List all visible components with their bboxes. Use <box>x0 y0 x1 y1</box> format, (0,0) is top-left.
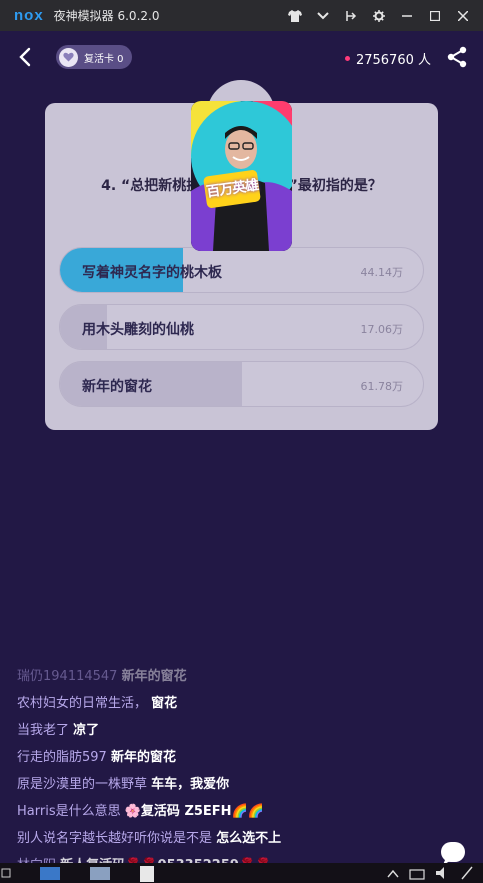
share-button[interactable] <box>445 45 469 69</box>
answer-option-2-label: 用木头雕刻的仙桃 <box>82 322 194 338</box>
chevron-left-icon <box>19 47 31 67</box>
shirt-icon[interactable] <box>281 0 309 31</box>
answer-option-3[interactable]: 新年的窗花 61.78万 <box>59 361 424 407</box>
comment-user: 原是沙漠里的一株野草 <box>17 777 148 792</box>
window-controls <box>281 0 477 31</box>
viewer-count: 2756760 人 <box>344 49 431 68</box>
comment-user: 别人说名字越长越好听你说是不是 <box>17 831 213 846</box>
heart-icon <box>59 47 78 67</box>
viewer-count-label: 2756760 人 <box>355 53 431 68</box>
comment-item: 别人说名字越长越好听你说是不是 怎么选不上 <box>17 827 281 846</box>
app-screen: nox 夜神模拟器 6.0.2.0 复活卡 0 2756760 人 4. 写着神… <box>0 0 483 883</box>
answer-option-3-label: 新年的窗花 <box>82 379 152 395</box>
share-icon <box>447 46 467 68</box>
answer-option-1[interactable]: 写着神灵名字的桃木板 44.14万 <box>59 247 424 293</box>
comment-message: 怎么选不上 <box>216 831 282 846</box>
answer-option-2[interactable]: 用木头雕刻的仙桃 17.06万 <box>59 304 424 350</box>
comment-message: 新年的窗花 <box>110 750 176 765</box>
app-header: 复活卡 0 2756760 人 <box>0 31 483 83</box>
nox-logo: nox <box>14 7 44 24</box>
os-taskbar <box>0 863 483 883</box>
comment-message: 车车，我爱你 <box>151 777 230 792</box>
chat-bubble-button[interactable] <box>441 842 465 865</box>
window-title: 夜神模拟器 6.0.2.0 <box>53 9 160 23</box>
comment-message: 🌸复活码 Z5EFH🌈🌈 <box>124 804 264 819</box>
comment-message: 新年的窗花 <box>121 669 187 684</box>
emulator-title-bar: nox 夜神模拟器 6.0.2.0 <box>0 0 483 31</box>
comment-user: Harris是什么意思 <box>17 804 121 819</box>
taskbar-icons <box>1 866 473 882</box>
comment-item: 原是沙漠里的一株野草 车车，我爱你 <box>17 773 229 792</box>
close-icon[interactable] <box>449 0 477 31</box>
comment-message: 窗花 <box>151 696 178 711</box>
comment-item: Harris是什么意思 🌸复活码 Z5EFH🌈🌈 <box>17 800 264 819</box>
revive-card-badge[interactable]: 复活卡 0 <box>56 45 132 69</box>
comment-user: 农村妇女的日常生活， <box>17 696 148 711</box>
live-dot <box>344 56 350 61</box>
back-button[interactable] <box>14 45 36 69</box>
comment-item: 瑞仍194114547 新年的窗花 <box>17 665 187 684</box>
gear-icon[interactable] <box>365 0 393 31</box>
answer-option-1-count: 44.14万 <box>360 266 404 279</box>
host-video[interactable]: 百万英雄 <box>191 101 292 251</box>
minimize-icon[interactable] <box>393 0 421 31</box>
comment-user: 行走的脂肪597 <box>17 750 107 765</box>
comment-item: 行走的脂肪597 新年的窗花 <box>17 746 176 765</box>
answer-option-2-count: 17.06万 <box>360 323 404 336</box>
comment-user: 当我老了 <box>17 723 70 738</box>
maximize-icon[interactable] <box>421 0 449 31</box>
revive-card-label: 复活卡 0 <box>84 53 124 65</box>
comment-message: 凉了 <box>73 723 100 738</box>
answer-option-1-label: 写着神灵名字的桃木板 <box>82 265 222 281</box>
comment-item: 当我老了 凉了 <box>17 719 99 738</box>
pin-icon[interactable] <box>337 0 365 31</box>
comment-user: 瑞仍194114547 <box>17 669 118 684</box>
chevron-down-icon[interactable] <box>309 0 337 31</box>
comment-item: 农村妇女的日常生活， 窗花 <box>17 692 177 711</box>
answer-option-3-count: 61.78万 <box>360 380 404 393</box>
